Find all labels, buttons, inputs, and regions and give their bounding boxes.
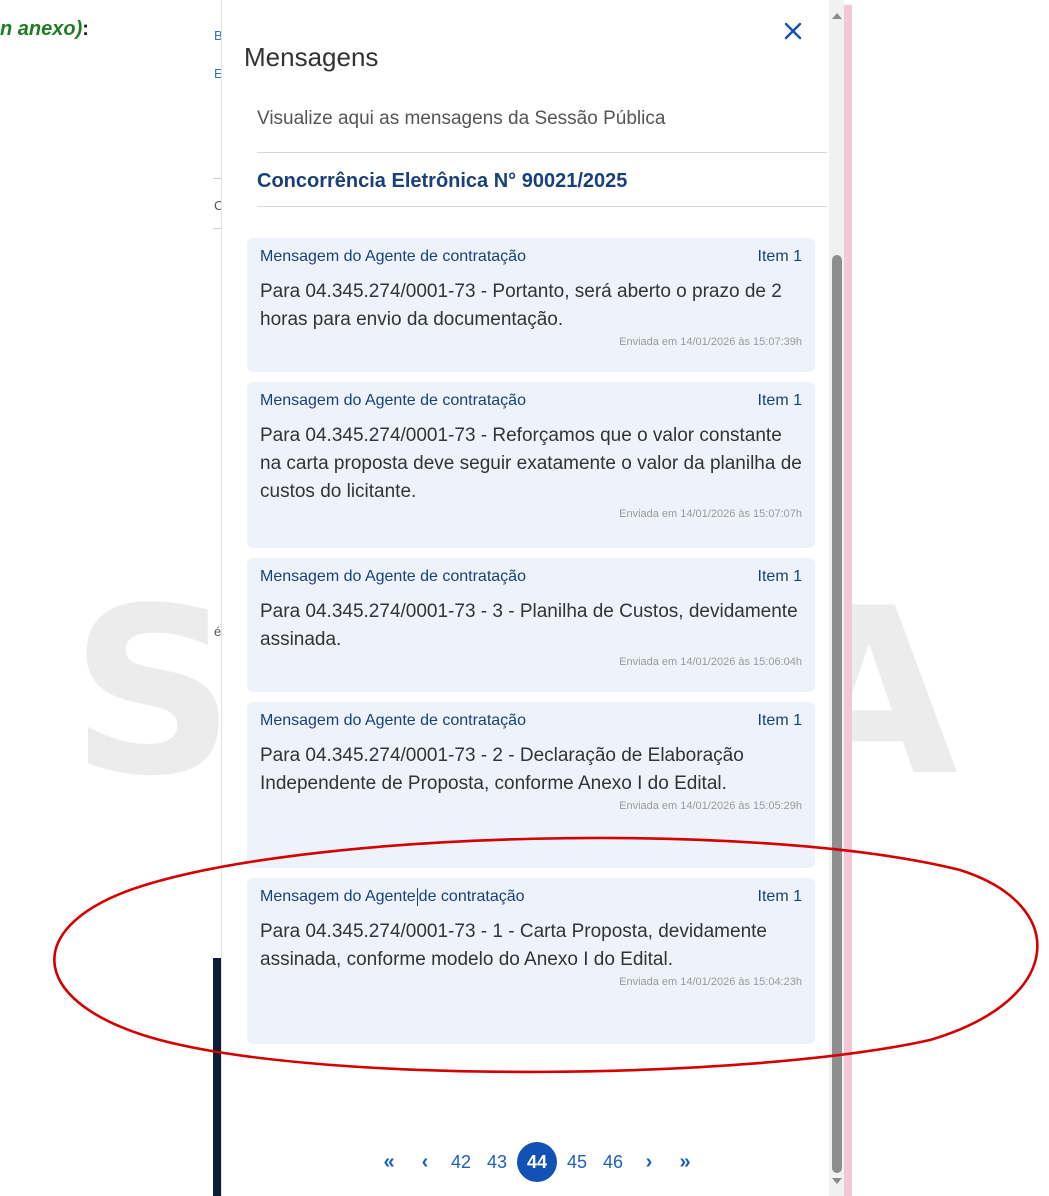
background-label: n anexo): [0,18,89,41]
message-sender: Mensagem do Agente de contratação [260,568,526,585]
text-cursor [416,887,418,906]
message-card: Mensagem do Agente de contratação Item 1… [247,702,815,868]
panel-scrollbar[interactable] [829,0,844,1196]
message-card: Mensagem do Agente de contratação Item 1 … [247,878,815,1044]
process-title: Concorrência Eletrônica N° 90021/2025 [257,170,628,192]
message-timestamp: Enviada em 14/01/2026 às 15:05:29h [619,800,802,812]
message-sender: Mensagem do Agente de contratação [260,886,525,908]
message-timestamp: Enviada em 14/01/2026 às 15:07:39h [619,336,802,348]
messages-panel: Mensagens Visualize aqui as mensagens da… [221,0,830,1196]
message-card: Mensagem do Agente de contratação Item 1… [247,238,815,372]
pagination-page[interactable]: 46 [595,1142,631,1182]
pagination-page-current[interactable]: 44 [517,1142,557,1182]
message-sender: Mensagem do Agente de contratação [260,712,526,729]
message-sender: Mensagem do Agente de contratação [260,248,526,265]
pagination-page[interactable]: 45 [559,1142,595,1182]
message-text: Para 04.345.274/0001-73 - 3 - Planilha d… [260,601,798,650]
message-item: Item 1 [757,392,802,409]
message-text: Para 04.345.274/0001-73 - Reforçamos que… [260,425,802,502]
pagination-last-button[interactable]: » [667,1142,703,1182]
message-list: Mensagem do Agente de contratação Item 1… [247,238,815,1054]
background-label-colon: : [82,18,89,40]
scrollbar-thumb[interactable] [832,255,842,1173]
background-label-text: n anexo) [0,18,83,40]
divider [257,152,827,153]
message-text: Para 04.345.274/0001-73 - 2 - Declaração… [260,745,744,794]
scroll-up-arrow-icon[interactable] [832,13,842,19]
background-dark-bar [213,958,221,1196]
message-text: Para 04.345.274/0001-73 - Portanto, será… [260,281,782,330]
pagination-page[interactable]: 42 [443,1142,479,1182]
message-text: Para 04.345.274/0001-73 - 1 - Carta Prop… [260,921,767,970]
message-item: Item 1 [757,888,802,905]
pagination: « ‹ 42 43 44 45 46 › » [222,1140,852,1184]
watermark-shape: S [70,560,236,827]
close-icon[interactable] [778,16,808,46]
pagination-next-button[interactable]: › [631,1142,667,1182]
background-divider [213,228,221,229]
message-sender: Mensagem do Agente de contratação [260,392,526,409]
background-divider [213,178,221,179]
message-timestamp: Enviada em 14/01/2026 às 15:04:23h [619,976,802,988]
message-card: Mensagem do Agente de contratação Item 1… [247,558,815,692]
pagination-first-button[interactable]: « [371,1142,407,1182]
pagination-page[interactable]: 43 [479,1142,515,1182]
message-item: Item 1 [757,568,802,585]
panel-subtitle: Visualize aqui as mensagens da Sessão Pú… [257,108,666,129]
message-card: Mensagem do Agente de contratação Item 1… [247,382,815,548]
message-item: Item 1 [757,248,802,265]
scroll-down-arrow-icon[interactable] [832,1178,842,1184]
message-timestamp: Enviada em 14/01/2026 às 15:07:07h [619,508,802,520]
panel-title: Mensagens [244,42,379,72]
message-sender-part: Mensagem do Agente [260,888,416,905]
message-item: Item 1 [757,712,802,729]
divider [257,206,827,207]
window-frame-edge [844,5,852,1196]
message-timestamp: Enviada em 14/01/2026 às 15:06:04h [619,656,802,668]
message-sender-part: de contratação [418,888,525,905]
pagination-prev-button[interactable]: ‹ [407,1142,443,1182]
